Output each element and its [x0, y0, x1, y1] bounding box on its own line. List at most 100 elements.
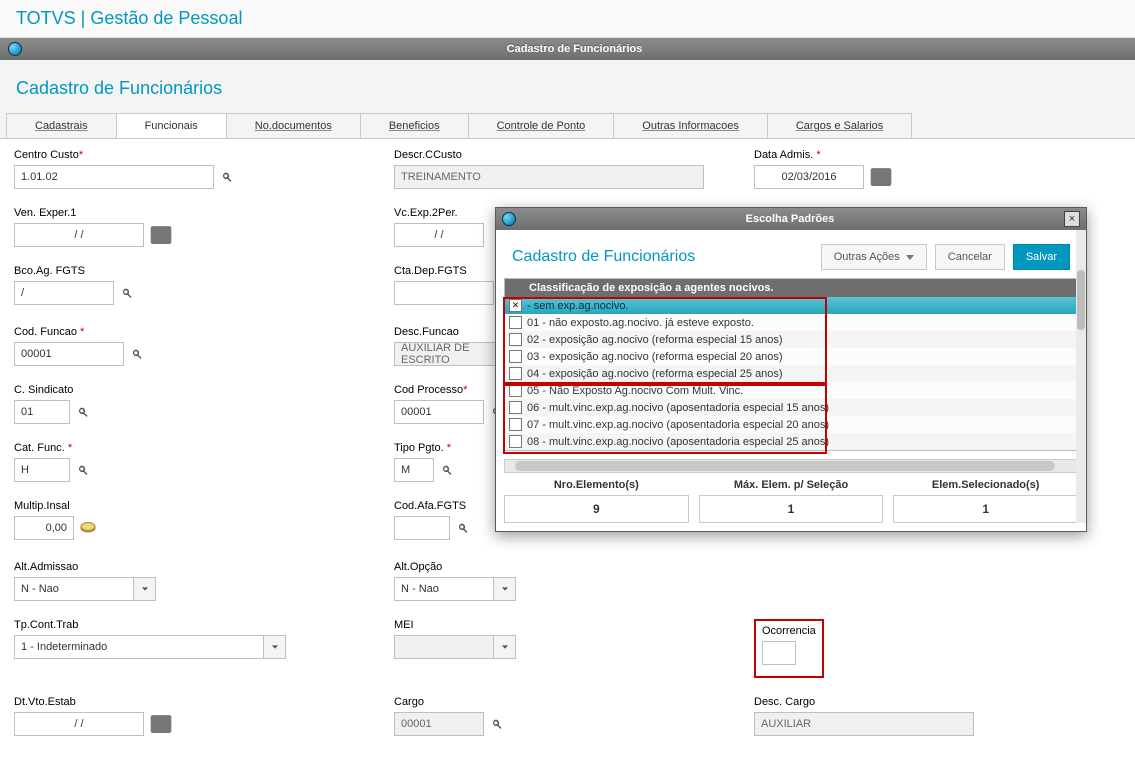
stat-sel-label: Elem.Selecionado(s)	[893, 479, 1078, 491]
label-bco-ag-fgts: Bco.Ag. FGTS	[14, 265, 394, 277]
globe-icon	[8, 42, 22, 56]
checkbox[interactable]	[509, 299, 522, 312]
select-alt-admissao[interactable]: N - Nao	[14, 577, 156, 601]
page-title: Cadastro de Funcionários	[0, 60, 1135, 113]
chevron-down-icon[interactable]	[494, 635, 516, 659]
tab-bar: Cadastrais Funcionais No.documentos Bene…	[0, 113, 1135, 139]
list-item-text: 01 - não exposto.ag.nocivo. já esteve ex…	[527, 317, 754, 329]
search-icon[interactable]	[452, 517, 474, 539]
list-item[interactable]: 02 - exposição ag.nocivo (reforma especi…	[505, 331, 1077, 348]
select-alt-opcao[interactable]: N - Nao	[394, 577, 516, 601]
list-item[interactable]: 08 - mult.vinc.exp.ag.nocivo (aposentado…	[505, 433, 1077, 450]
money-icon	[80, 522, 96, 534]
input-desc-cargo: AUXILIAR	[754, 712, 974, 736]
app-title: TOTVS | Gestão de Pessoal	[0, 0, 1135, 38]
checkbox[interactable]	[509, 350, 522, 363]
input-cod-funcao[interactable]: 00001	[14, 342, 124, 366]
input-bco-ag-fgts[interactable]: /	[14, 281, 114, 305]
list-item-text: 08 - mult.vinc.exp.ag.nocivo (aposentado…	[527, 436, 829, 448]
search-icon[interactable]	[72, 459, 94, 481]
label-multip-insal: Multip.Insal	[14, 500, 394, 512]
label-centro-custo: Centro Custo*	[14, 149, 394, 161]
checkbox[interactable]	[509, 333, 522, 346]
calendar-icon[interactable]	[150, 224, 172, 246]
search-icon[interactable]	[486, 713, 508, 735]
list-item[interactable]: - sem exp.ag.nocivo.	[505, 297, 1077, 314]
search-icon[interactable]	[116, 282, 138, 304]
globe-icon	[502, 212, 516, 226]
chevron-down-icon[interactable]	[134, 577, 156, 601]
label-ocorrencia: Ocorrencia	[762, 625, 816, 637]
cancelar-button[interactable]: Cancelar	[935, 244, 1005, 270]
list-item[interactable]: 06 - mult.vinc.exp.ag.nocivo (aposentado…	[505, 399, 1077, 416]
checkbox[interactable]	[509, 435, 522, 448]
chevron-down-icon	[906, 255, 914, 260]
search-icon[interactable]	[216, 166, 238, 188]
input-tipo-pgto[interactable]: M	[394, 458, 434, 482]
input-c-sindicato[interactable]: 01	[14, 400, 70, 424]
modal-title: Cadastro de Funcionários	[512, 248, 813, 266]
checkbox[interactable]	[509, 316, 522, 329]
list-item-text: - sem exp.ag.nocivo.	[527, 300, 629, 312]
input-cod-afa-fgts[interactable]	[394, 516, 450, 540]
list-header: Classificação de exposição a agentes noc…	[505, 279, 1077, 297]
label-descr-ccusto: Descr.CCusto	[394, 149, 754, 161]
select-tp-cont-trab[interactable]: 1 - Indeterminado	[14, 635, 286, 659]
input-vc-exp-2per[interactable]: / /	[394, 223, 484, 247]
chevron-down-icon[interactable]	[494, 577, 516, 601]
list-item[interactable]: 03 - exposição ag.nocivo (reforma especi…	[505, 348, 1077, 365]
vertical-scrollbar[interactable]	[1076, 230, 1086, 523]
search-icon[interactable]	[72, 401, 94, 423]
tab-cadastrais[interactable]: Cadastrais	[6, 113, 117, 138]
input-ven-exper1[interactable]: / /	[14, 223, 144, 247]
close-icon[interactable]: ×	[1064, 211, 1080, 227]
input-ocorrencia[interactable]	[762, 641, 796, 665]
search-icon[interactable]	[436, 459, 458, 481]
list-item[interactable]: 04 - exposição ag.nocivo (reforma especi…	[505, 365, 1077, 382]
list-item[interactable]: 05 - Não Exposto Ag.nocivo Com Mult. Vin…	[505, 382, 1077, 399]
horizontal-scrollbar[interactable]	[504, 459, 1078, 473]
stat-max-label: Máx. Elem. p/ Seleção	[699, 479, 884, 491]
tab-controle-ponto[interactable]: Controle de Ponto	[468, 113, 615, 138]
label-cat-func: Cat. Func. *	[14, 442, 394, 454]
select-mei[interactable]	[394, 635, 516, 659]
checkbox[interactable]	[509, 401, 522, 414]
stat-nro-label: Nro.Elemento(s)	[504, 479, 689, 491]
input-cat-func[interactable]: H	[14, 458, 70, 482]
list-item-text: 03 - exposição ag.nocivo (reforma especi…	[527, 351, 783, 363]
search-icon[interactable]	[126, 343, 148, 365]
calendar-icon[interactable]	[870, 166, 892, 188]
tab-beneficios[interactable]: Beneficios	[360, 113, 469, 138]
label-cargo: Cargo	[394, 696, 754, 708]
list-item-text: 02 - exposição ag.nocivo (reforma especi…	[527, 334, 783, 346]
tab-cargos-salarios[interactable]: Cargos e Salarios	[767, 113, 912, 138]
calendar-icon[interactable]	[150, 713, 172, 735]
list-item[interactable]: 07 - mult.vinc.exp.ag.nocivo (aposentado…	[505, 416, 1077, 433]
tab-no-documentos[interactable]: No.documentos	[226, 113, 361, 138]
checkbox[interactable]	[509, 418, 522, 431]
label-c-sindicato: C. Sindicato	[14, 384, 394, 396]
input-cargo[interactable]: 00001	[394, 712, 484, 736]
input-cta-dep-fgts[interactable]	[394, 281, 494, 305]
chevron-down-icon[interactable]	[264, 635, 286, 659]
salvar-button[interactable]: Salvar	[1013, 244, 1070, 270]
tab-outras-informacoes[interactable]: Outras Informacoes	[613, 113, 768, 138]
label-cod-funcao: Cod. Funcao *	[14, 326, 394, 338]
input-dt-vto-estab[interactable]: / /	[14, 712, 144, 736]
label-mei: MEI	[394, 619, 754, 631]
label-alt-opcao: Alt.Opção	[394, 561, 754, 573]
input-multip-insal[interactable]: 0,00	[14, 516, 74, 540]
tab-funcionais[interactable]: Funcionais	[116, 113, 227, 138]
input-cod-processo[interactable]: 00001	[394, 400, 484, 424]
input-centro-custo[interactable]: 1.01.02	[14, 165, 214, 189]
label-alt-admissao: Alt.Admissao	[14, 561, 394, 573]
checkbox[interactable]	[509, 367, 522, 380]
list-item[interactable]: 01 - não exposto.ag.nocivo. já esteve ex…	[505, 314, 1077, 331]
input-data-admis[interactable]: 02/03/2016	[754, 165, 864, 189]
list-item-text: 05 - Não Exposto Ag.nocivo Com Mult. Vin…	[527, 385, 743, 397]
list-item-text: 04 - exposição ag.nocivo (reforma especi…	[527, 368, 783, 380]
modal-escolha-padroes: Escolha Padrões × Cadastro de Funcionári…	[495, 207, 1087, 532]
outras-acoes-button[interactable]: Outras Ações	[821, 244, 927, 270]
list-item-text: 07 - mult.vinc.exp.ag.nocivo (aposentado…	[527, 419, 829, 431]
checkbox[interactable]	[509, 384, 522, 397]
